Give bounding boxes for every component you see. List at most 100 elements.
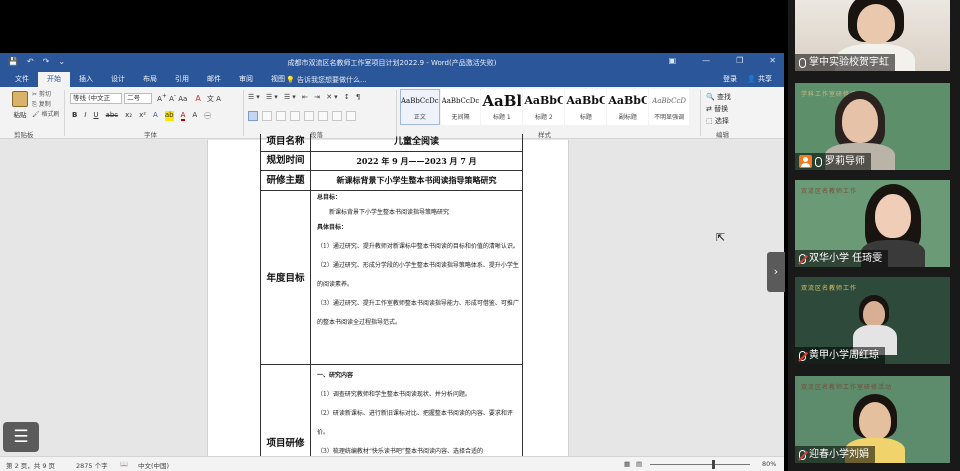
document-area[interactable]: 项目名称 儿童全阅读 规划时间 2022 年 9 月——2023 月 7 月 研…: [0, 134, 784, 471]
char-shading-icon[interactable]: A: [192, 111, 197, 121]
zoom-slider[interactable]: [650, 464, 750, 465]
tell-me-text: 告诉我您想要做什么...: [296, 76, 367, 84]
video-tile[interactable]: 双流区名教师工作 黄甲小学周红琼: [795, 277, 950, 364]
close-button[interactable]: ✕: [769, 56, 776, 65]
print-layout-icon[interactable]: ▤: [636, 460, 642, 468]
microphone-muted-icon[interactable]: [799, 253, 806, 264]
theme-value: 新课标背景下小学生整本书阅读指导策略研究: [336, 175, 497, 185]
bold-button[interactable]: B: [72, 111, 77, 121]
style-name: 标题 1: [492, 114, 511, 121]
participant-name: 掌中实验校贺宇虹: [809, 57, 889, 68]
microphone-muted-icon[interactable]: [799, 449, 806, 460]
justify-button[interactable]: [290, 111, 300, 121]
language-indicator[interactable]: 中文(中国): [138, 460, 169, 470]
read-mode-icon[interactable]: ▦: [624, 460, 630, 468]
microphone-icon[interactable]: [815, 156, 822, 167]
video-tile[interactable]: 掌中实验校贺宇虹: [795, 0, 950, 71]
replace-button[interactable]: ⇄ 替换: [706, 103, 731, 115]
proofing-icon[interactable]: 📖: [120, 460, 128, 468]
line-spacing-button[interactable]: [318, 111, 328, 121]
style-name: 标题: [579, 114, 592, 121]
text-effects-icon[interactable]: A: [153, 111, 158, 121]
ribbon-display-options-button[interactable]: ▣: [669, 56, 677, 65]
share-button[interactable]: 👤 共享: [747, 74, 772, 84]
research-heading: 一、研究内容: [317, 372, 354, 379]
video-tile[interactable]: 学科工作室研修活动 罗莉导师: [795, 83, 950, 170]
highlight-color-icon[interactable]: ab: [164, 111, 174, 121]
group-divider: [243, 90, 244, 136]
tab-1[interactable]: 开始: [38, 72, 70, 87]
style-item[interactable]: AaBbCcDc 无间隔: [440, 89, 481, 125]
word-count[interactable]: 2875 个字: [76, 460, 108, 470]
ribbon: 粘贴 ✂ 剪切 ⎘ 复制 🖌 格式刷 剪贴板 等线 (中文正 二号 A+ A- …: [0, 87, 784, 139]
tab-0[interactable]: 文件: [6, 72, 38, 87]
tab-3[interactable]: 设计: [102, 72, 134, 87]
font-size-grow-shrink[interactable]: A+ A- Aa: [157, 93, 187, 102]
style-item[interactable]: AaBbCcD 不明显强调: [649, 89, 690, 125]
cut-button[interactable]: ✂ 剪切: [32, 90, 60, 100]
italic-button[interactable]: I: [84, 111, 86, 121]
document-page[interactable]: 项目名称 儿童全阅读 规划时间 2022 年 9 月——2023 月 7 月 研…: [207, 134, 569, 471]
copy-label: 复制: [38, 101, 51, 108]
font-size-select[interactable]: 二号: [124, 93, 153, 104]
tell-me-search[interactable]: 💡 告诉我您想要做什么...: [286, 75, 367, 85]
strikethrough-button[interactable]: abc: [106, 111, 119, 121]
style-item[interactable]: AaBbC 标题: [565, 89, 607, 125]
research-content: 一、研究内容 （1）调查研究教师和学生整本书阅读现状、并分析问题。 （2）研读新…: [317, 366, 520, 461]
zoom-slider-handle[interactable]: [712, 460, 715, 469]
distributed-button[interactable]: [304, 111, 314, 121]
superscript-button[interactable]: x²: [139, 111, 146, 121]
menu-icon[interactable]: ☰: [3, 422, 39, 452]
clear-format-icon[interactable]: A: [195, 94, 200, 103]
align-left-button[interactable]: [248, 111, 258, 121]
copy-button[interactable]: ⎘ 复制: [32, 100, 60, 110]
research-item-2: （2）研读新课标、进行新旧课标对比、把握整本书阅读的内容、要求和评价。: [317, 410, 513, 436]
goal-item-1: （1）通过研究、提升教师对新课标中整本书阅读的目标和价值的清晰认识。: [317, 243, 519, 250]
font-name-select[interactable]: 等线 (中文正: [70, 93, 122, 104]
subscript-button[interactable]: x₂: [125, 111, 132, 121]
paste-button[interactable]: 粘贴: [8, 91, 32, 119]
video-tile[interactable]: 双流区名教师工作 双华小学 任琦雯: [795, 180, 950, 267]
align-right-button[interactable]: [276, 111, 286, 121]
microphone-muted-icon[interactable]: [799, 350, 806, 361]
participant-name-bar: 迎春小学刘娟: [795, 446, 875, 463]
format-painter-button[interactable]: 🖌 格式刷: [32, 110, 60, 120]
clipboard-group-label: 剪贴板: [14, 131, 34, 139]
style-item[interactable]: AaBbCcDc 正文: [400, 89, 440, 125]
enclosed-char-icon[interactable]: ㊀: [204, 111, 211, 121]
microphone-icon[interactable]: [799, 57, 806, 68]
style-preview: AaBbCcDc: [401, 97, 439, 105]
tab-7[interactable]: 审阅: [230, 72, 262, 87]
specific-goal-heading: 具体目标：: [317, 224, 348, 231]
align-center-button[interactable]: [262, 111, 272, 121]
list-buttons[interactable]: ☰▾ ☰▾ ☰▾ ⇤ ⇥ ✕▾ ↕ ¶: [248, 93, 362, 101]
alignment-buttons: [248, 111, 356, 121]
style-preview: AaBbC: [524, 94, 564, 107]
page-count[interactable]: 第 2 页，共 9 页: [6, 460, 55, 470]
style-item[interactable]: AaBbC 副标题: [607, 89, 649, 125]
title-bar: 💾 ↶ ↷ ⌄ 成都市双流区名教师工作室项目计划2022.9 - Word(产品…: [0, 53, 784, 72]
zoom-level[interactable]: 80%: [762, 460, 776, 468]
ribbon-tabs-bar: 文件 开始 插入 设计 布局 引用 邮件 审阅 视图 💡 告诉我您想要做什么... 登录 👤 共…: [0, 72, 784, 87]
borders-button[interactable]: [346, 111, 356, 121]
select-button[interactable]: ⬚ 选择: [706, 115, 731, 127]
style-item[interactable]: AaBl 标题 1: [481, 89, 523, 125]
restore-button[interactable]: ❐: [736, 56, 743, 65]
tab-2[interactable]: 插入: [70, 72, 102, 87]
login-link[interactable]: 登录: [723, 74, 737, 84]
find-button[interactable]: 🔍 查找: [706, 91, 731, 103]
collapse-panel-button[interactable]: ›: [767, 252, 785, 292]
underline-button[interactable]: U: [93, 111, 98, 121]
style-item[interactable]: AaBbC 标题 2: [523, 89, 565, 125]
minimize-button[interactable]: —: [702, 56, 710, 65]
find-label: 查找: [716, 93, 731, 101]
video-tile[interactable]: 双流区名教师工作室研修活动 迎春小学刘娟: [795, 376, 950, 463]
shading-button[interactable]: [332, 111, 342, 121]
participant-panel: 掌中实验校贺宇虹 学科工作室研修活动 罗莉导师 双流区名教师工作 双华小学 任琦…: [788, 0, 960, 471]
tab-4[interactable]: 布局: [134, 72, 166, 87]
phonetic-guide-icon[interactable]: 文 A: [207, 95, 221, 103]
font-color-icon[interactable]: A: [180, 111, 186, 121]
tab-6[interactable]: 邮件: [198, 72, 230, 87]
tab-5[interactable]: 引用: [166, 72, 198, 87]
participant-name-bar: 掌中实验校贺宇虹: [795, 54, 895, 71]
